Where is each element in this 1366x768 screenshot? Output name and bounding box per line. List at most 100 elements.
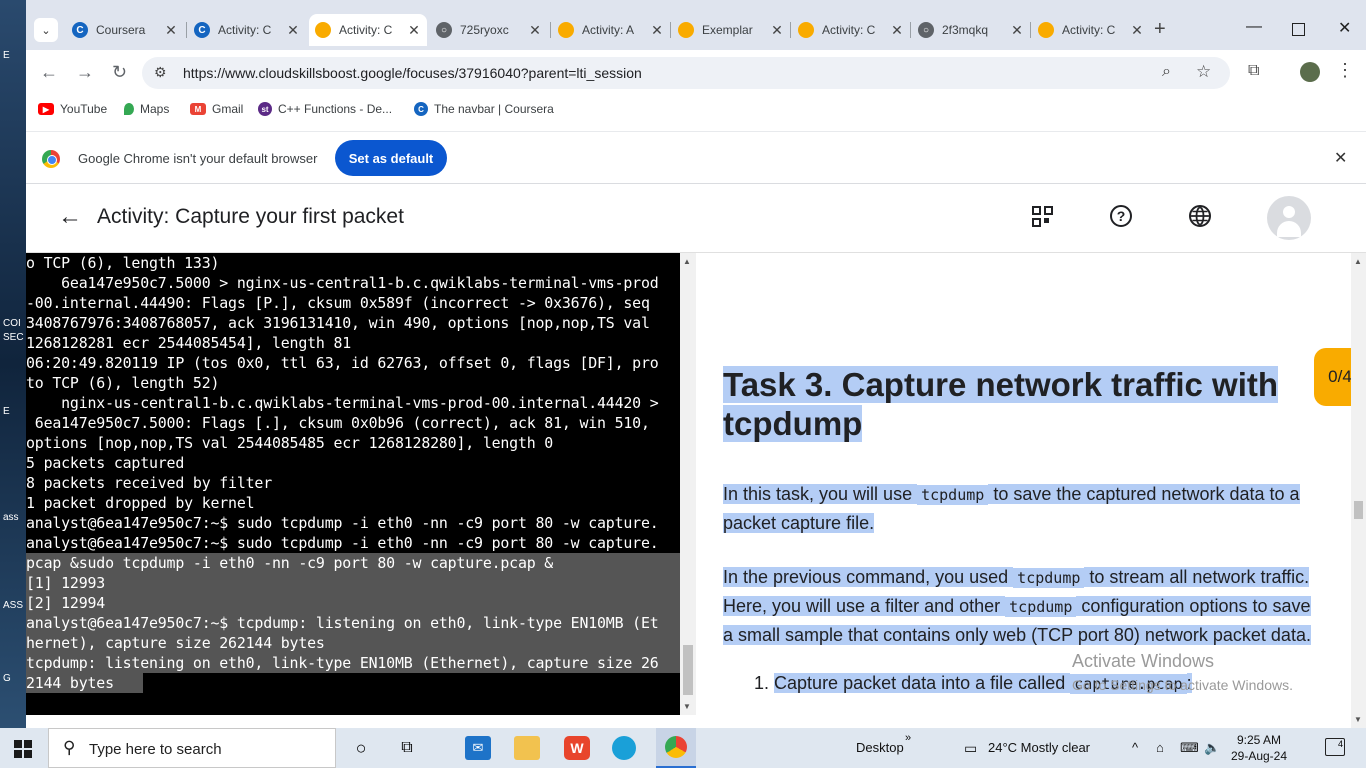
instructions-scrollbar[interactable]: ▲ ▼ xyxy=(1351,253,1366,728)
file-explorer-icon[interactable] xyxy=(514,736,540,760)
close-icon[interactable]: ✕ xyxy=(1130,22,1144,39)
extensions-icon[interactable]: ⧉ xyxy=(1248,62,1259,80)
tab-divider xyxy=(670,22,671,38)
weather-icon[interactable]: ▭ xyxy=(964,740,977,757)
instruction-paragraph: In the previous command, you used tcpdum… xyxy=(723,563,1323,649)
clock-time: 9:25 AM xyxy=(1236,733,1282,747)
forward-icon[interactable]: → xyxy=(76,62,94,83)
desktop-label: SEC xyxy=(3,332,24,343)
edge-icon[interactable] xyxy=(612,736,636,760)
wps-office-icon[interactable]: W xyxy=(564,736,590,760)
chrome-taskbar-icon[interactable] xyxy=(656,728,696,768)
tab-divider xyxy=(910,22,911,38)
terminal-scrollbar[interactable]: ▲ ▼ xyxy=(680,253,696,715)
language-globe-icon[interactable] xyxy=(1189,205,1211,227)
close-icon[interactable]: ✕ xyxy=(890,22,904,39)
notifications-icon[interactable]: 4 xyxy=(1325,738,1345,756)
terminal-line: 3408767976:3408768057, ack 3196131410, w… xyxy=(26,314,650,332)
weather-text[interactable]: 24°C Mostly clear xyxy=(988,740,1090,755)
task-view-icon[interactable]: ⧉ xyxy=(394,736,420,760)
browser-tab[interactable]: ○ 2f3mqkq ✕ xyxy=(912,16,1030,44)
chevron-right-icon[interactable]: » xyxy=(905,732,911,744)
new-tab-button[interactable]: + xyxy=(1154,18,1166,41)
tab-search-button[interactable]: ⌄ xyxy=(34,18,58,42)
qr-code-icon[interactable] xyxy=(1031,205,1055,229)
terminal-line: analyst@6ea147e950c7:~$ sudo tcpdump -i … xyxy=(26,514,659,532)
zoom-icon[interactable]: ⌕ xyxy=(1162,63,1171,81)
inline-code: tcpdump xyxy=(1005,597,1077,617)
minimize-icon[interactable]: — xyxy=(1246,18,1262,36)
set-as-default-button[interactable]: Set as default xyxy=(335,140,447,176)
desktop-toolbar-label[interactable]: Desktop xyxy=(856,740,904,755)
scroll-down-arrow-icon[interactable]: ▼ xyxy=(683,702,691,711)
bookmark-cpp-functions[interactable]: st C++ Functions - De... xyxy=(258,102,392,116)
back-icon[interactable]: ← xyxy=(40,62,58,83)
help-icon[interactable]: ? xyxy=(1110,205,1132,227)
back-arrow-icon[interactable]: ← xyxy=(58,203,82,231)
bookmark-star-icon[interactable]: ☆ xyxy=(1196,62,1211,82)
close-icon[interactable]: ✕ xyxy=(407,22,421,39)
reload-icon[interactable]: ↻ xyxy=(112,62,127,83)
close-icon[interactable]: ✕ xyxy=(650,22,664,39)
taskbar-clock[interactable]: 9:25 AM 29-Aug-24 xyxy=(1225,732,1293,764)
google-cloud-icon xyxy=(1038,22,1054,38)
window-close-icon[interactable]: ✕ xyxy=(1338,18,1351,38)
bookmark-label: C++ Functions - De... xyxy=(278,102,393,116)
taskbar-search-box[interactable]: ⚲ Type here to search xyxy=(48,728,336,768)
bookmark-maps[interactable]: Maps xyxy=(124,102,169,116)
step-number: 1. xyxy=(754,673,770,693)
close-icon[interactable]: ✕ xyxy=(1010,22,1024,39)
inline-code: tcpdump xyxy=(1013,568,1085,588)
browser-tab[interactable]: Exemplar ✕ xyxy=(672,16,790,44)
close-icon[interactable]: ✕ xyxy=(528,22,542,39)
bookmark-youtube[interactable]: ▶ YouTube xyxy=(38,102,107,116)
scroll-up-arrow-icon[interactable]: ▲ xyxy=(683,257,691,266)
tab-divider xyxy=(1030,22,1031,38)
terminal-pane[interactable]: o TCP (6), length 133) 6ea147e950c7.5000… xyxy=(26,253,696,715)
maximize-icon[interactable] xyxy=(1292,23,1305,36)
chrome-logo-icon xyxy=(665,736,687,758)
bookmarks-bar: ▶ YouTube Maps M Gmail st C++ Functions … xyxy=(26,96,1366,124)
browser-tab-active[interactable]: Activity: C ✕ xyxy=(309,14,427,46)
scroll-down-arrow-icon[interactable]: ▼ xyxy=(1354,715,1362,724)
coursera-icon: C xyxy=(414,102,428,116)
profile-avatar[interactable] xyxy=(1300,62,1320,82)
cortana-icon[interactable]: ○ xyxy=(348,736,374,760)
site-settings-icon[interactable]: ⚙ xyxy=(154,64,167,81)
avatar-head xyxy=(1283,206,1295,218)
close-icon[interactable]: ✕ xyxy=(164,22,178,39)
browser-tab[interactable]: C Activity: C ✕ xyxy=(188,16,306,44)
close-icon[interactable]: ✕ xyxy=(1334,148,1347,168)
tray-chevron-icon[interactable]: ^ xyxy=(1132,740,1138,755)
browser-tab[interactable]: C Coursera ✕ xyxy=(66,16,184,44)
desktop-label: ass xyxy=(3,512,19,523)
gmail-icon: M xyxy=(190,103,206,115)
terminal-line: o TCP (6), length 133) xyxy=(26,254,220,272)
windows-start-icon[interactable] xyxy=(14,740,32,758)
menu-icon[interactable]: ⋮ xyxy=(1336,60,1354,81)
close-icon[interactable]: ✕ xyxy=(286,22,300,39)
browser-tab[interactable]: Activity: A ✕ xyxy=(552,16,670,44)
mail-icon[interactable]: ✉ xyxy=(465,736,491,760)
bookmark-coursera-navbar[interactable]: C The navbar | Coursera xyxy=(414,102,554,116)
bookmark-gmail[interactable]: M Gmail xyxy=(190,102,243,116)
close-icon[interactable]: ✕ xyxy=(770,22,784,39)
url-text[interactable]: https://www.cloudskillsboost.google/focu… xyxy=(183,65,642,81)
tab-title: Exemplar xyxy=(702,23,753,37)
volume-icon[interactable]: 🔈 xyxy=(1204,740,1220,756)
scrollbar-thumb[interactable] xyxy=(1354,501,1363,519)
terminal-line-selected: 2144 bytes xyxy=(26,673,696,693)
address-bar[interactable]: ⚙ https://www.cloudskillsboost.google/fo… xyxy=(142,57,1230,89)
keyboard-language-icon[interactable]: ⌨ xyxy=(1180,740,1199,756)
bookmark-label: Maps xyxy=(140,102,170,116)
terminal-line: 1 packet dropped by kernel xyxy=(26,494,255,512)
browser-tab[interactable]: Activity: C ✕ xyxy=(1032,16,1150,44)
task-heading: Task 3. Capture network traffic with tcp… xyxy=(723,365,1303,443)
browser-tab[interactable]: Activity: C ✕ xyxy=(792,16,910,44)
terminal-line-selected: pcap &sudo tcpdump -i eth0 -nn -c9 port … xyxy=(26,553,696,573)
scrollbar-thumb[interactable] xyxy=(683,645,693,695)
browser-tab[interactable]: ○ 725ryoxc ✕ xyxy=(430,16,548,44)
scroll-up-arrow-icon[interactable]: ▲ xyxy=(1354,257,1362,266)
user-avatar[interactable] xyxy=(1267,196,1311,240)
network-icon[interactable]: ⌂ xyxy=(1156,740,1164,755)
